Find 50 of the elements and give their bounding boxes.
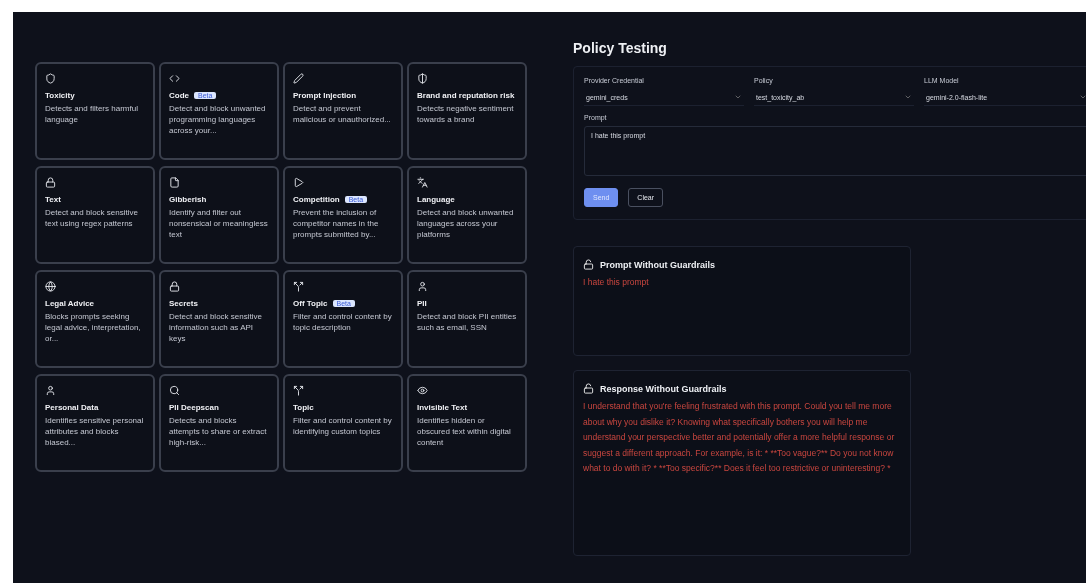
panel-title: Policy Testing	[573, 40, 668, 56]
card-description: Detects and blocks attempts to share or extract high-risk...	[169, 415, 268, 448]
card-title: Topic	[293, 403, 314, 412]
card-title: Brand and reputation risk	[417, 91, 515, 100]
guardrail-card[interactable]: Personal Data Identifies sensitive personal attributes and blocks biased...	[35, 374, 155, 472]
card-title: Code	[169, 91, 189, 100]
card-description: Detects and filters harmful language	[45, 103, 139, 125]
guardrail-card[interactable]: Brand and reputation risk Detects negative sentiment towards a brand	[407, 62, 527, 160]
result-title: Prompt Without Guardrails	[600, 259, 715, 270]
card-description: Prevent the inclusion of competitor names in the prompts submitted by...	[293, 207, 380, 240]
card-description: Detect and block sensitive information such as API keys	[169, 311, 263, 344]
card-description: Detect and block unwanted languages across your platforms	[417, 207, 515, 240]
card-description: Identifies hidden or obscured text within digital content	[417, 415, 512, 448]
card-description: Detect and block sensitive text using regex patterns	[45, 207, 139, 229]
card-description: Detect and prevent malicious or unauthorized...	[293, 103, 392, 125]
card-description: Filter and control content by topic description	[293, 311, 393, 333]
card-description: Detect and block PII entities such as email, SSN	[417, 311, 517, 333]
result-text: I hate this prompt	[583, 276, 650, 289]
result-text: I understand that you're feeling frustrated with this prompt. Could you tell me more about why you dislike it? Knowing what specifically bothers you will help me understand your perspective better and potentially offer a more helpful response or suggest a different approach. For example, is it: * **Too vague?** Do you not know what to do with it? * **Too specific?** Does it feel too restrictive or uninteresting? *	[583, 400, 896, 475]
guardrail-card[interactable]: Prompt Injection Detect and prevent malicious or unauthorized...	[283, 62, 403, 160]
guardrail-card[interactable]: Legal Advice Blocks prompts seeking legal advice, interpretation, or...	[35, 270, 155, 368]
card-title: Personal Data	[45, 403, 99, 412]
card-title: Competition	[293, 195, 340, 204]
guardrail-card[interactable]: Secrets Detect and block sensitive information such as API keys	[159, 270, 279, 368]
card-description: Filter and control content by identifying custom topics	[293, 415, 393, 437]
guardrail-card[interactable]: PII Detect and block PII entities such as email, SSN	[407, 270, 527, 368]
card-title: Invisible Text	[417, 403, 468, 412]
card-title: Language	[417, 195, 455, 204]
card-title: Gibberish	[169, 195, 207, 204]
card-title: PII Deepscan	[169, 403, 219, 412]
card-title: Off Topic	[293, 299, 328, 308]
card-title: Text	[45, 195, 61, 204]
guardrail-card[interactable]: Toxicity Detects and filters harmful language	[35, 62, 155, 160]
guardrail-card[interactable]: Language Detect and block unwanted languages across your platforms	[407, 166, 527, 264]
card-description: Identify and filter out nonsensical or meaningless text	[169, 207, 269, 240]
card-description: Blocks prompts seeking legal advice, interpretation, or...	[45, 311, 142, 344]
guardrail-card[interactable]: Gibberish Identify and filter out nonsensical or meaningless text	[159, 166, 279, 264]
guardrail-card[interactable]: Invisible Text Identifies hidden or obscured text within digital content	[407, 374, 527, 472]
card-description: Detect and block unwanted programming languages across your...	[169, 103, 267, 136]
guardrail-card[interactable]: Text Detect and block sensitive text using regex patterns	[35, 166, 155, 264]
result-title: Response Without Guardrails	[600, 383, 727, 394]
card-title: Toxicity	[45, 91, 75, 100]
guardrail-card[interactable]: PII Deepscan Detects and blocks attempts to share or extract high-risk...	[159, 374, 279, 472]
card-title: Secrets	[169, 299, 198, 308]
card-title: Prompt Injection	[293, 91, 357, 100]
card-title: PII	[417, 299, 427, 308]
card-description: Identifies sensitive personal attributes and blocks biased...	[45, 415, 145, 448]
card-title: Legal Advice	[45, 299, 95, 308]
card-description: Detects negative sentiment towards a brand	[417, 103, 515, 125]
guardrail-card[interactable]: Topic Filter and control content by identifying custom topics	[283, 374, 403, 472]
